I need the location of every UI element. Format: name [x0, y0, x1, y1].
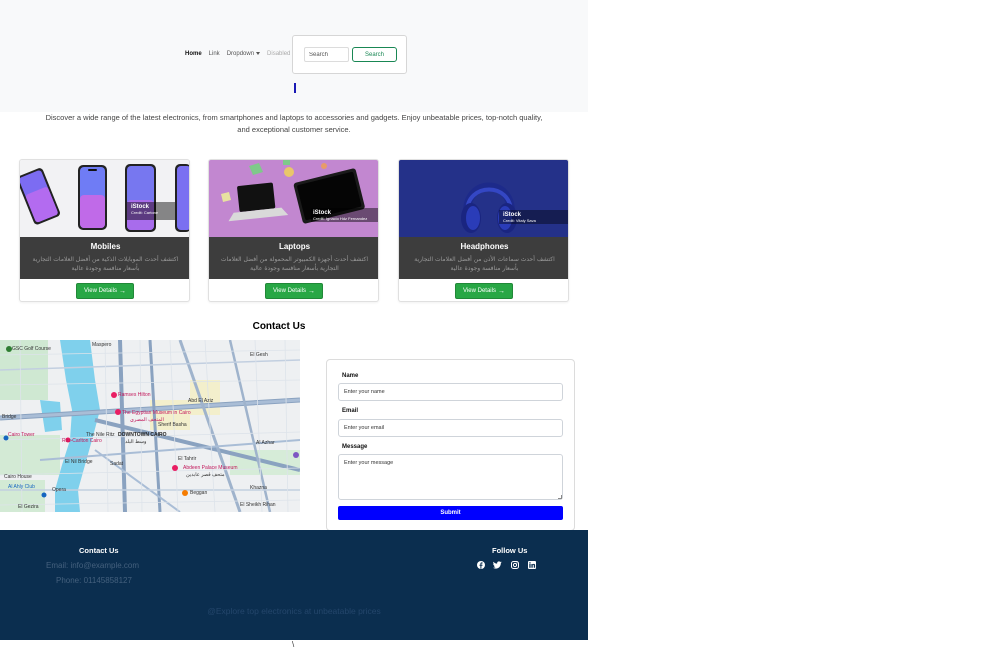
map-label: The Egyptian Museum in Cairo [122, 410, 191, 416]
intro-text: Discover a wide range of the latest elec… [45, 113, 543, 134]
card-title: Mobiles [90, 242, 121, 251]
twitter-icon[interactable] [493, 560, 502, 569]
card-description: اكتشف أحدث الموبايلات الذكية من أفضل الع… [32, 256, 179, 272]
card-title: Laptops [278, 242, 311, 251]
instagram-icon[interactable] [510, 560, 519, 569]
map-label: وسط البلد [125, 439, 147, 445]
map-label: The Nile Ritz [86, 432, 115, 438]
page: Home Link Dropdown Disabled Search Disco… [0, 0, 1000, 650]
map-label: Al Azhar [256, 440, 275, 446]
map-label: Abdeen Palace Museum [183, 465, 238, 471]
caret-down-icon [256, 51, 261, 55]
laptops-image: iStock Credit: Ignacio Hdz Fernandez [209, 160, 378, 237]
map-label: Ramses Hilton [118, 392, 151, 398]
map-label: Sadat [110, 461, 124, 467]
card-body: Laptops اكتشف أحدث أجهزة الكمبيوتر المحم… [209, 237, 378, 279]
footer-contact-heading: Contact Us [79, 546, 119, 555]
headphones-image: iStock Credit: Vitaly Sava [399, 160, 568, 237]
message-field[interactable] [338, 454, 563, 500]
map-label: Cairo House [4, 474, 32, 480]
search-form: Search [292, 35, 407, 74]
product-card-headphones: iStock Credit: Vitaly Sava Headphones اكت… [398, 159, 569, 302]
map-label: متحف قصر عابدين [186, 472, 225, 478]
footer-phone[interactable]: Phone: 01145858127 [56, 576, 132, 585]
facebook-icon[interactable] [476, 560, 485, 569]
submit-button[interactable]: Submit [338, 506, 563, 520]
map-label: Al Ahly Club [8, 484, 35, 490]
text-cursor [294, 83, 296, 93]
map-label: El Nil Bridge [65, 459, 93, 465]
nav-link[interactable]: Link [209, 51, 220, 57]
map[interactable]: GSC Golf Course Maspero Ramses Hilton Th… [0, 340, 300, 512]
card-description: اكتشف أحدث أجهزة الكمبيوتر المحمولة من أ… [220, 256, 369, 272]
map-label: Maspero [92, 342, 112, 348]
map-label: Ritz-Carlton Cairo [62, 438, 102, 444]
card-title: Headphones [460, 242, 509, 251]
view-details-label: View Details [84, 288, 117, 294]
mobiles-image: iStock Credit: Cartone [20, 160, 189, 237]
map-label: Beggan [190, 490, 208, 496]
watermark-credit: Credit: Ignacio Hdz Fernandez [313, 216, 368, 221]
nav-dropdown-label: Dropdown [226, 51, 255, 57]
nav-dropdown[interactable]: Dropdown [226, 51, 261, 57]
name-field[interactable] [338, 383, 563, 401]
map-label: El Gezira [18, 504, 39, 510]
resize-handle[interactable] [558, 495, 562, 499]
view-details-button[interactable]: View Details → [265, 283, 323, 299]
footer-tagline: @Explore top electronics at unbeatable p… [207, 606, 381, 616]
product-card-mobiles: iStock Credit: Cartone Mobiles اكتشف أحدث… [19, 159, 190, 302]
linkedin-icon[interactable] [527, 560, 536, 569]
map-label: El Gesh [250, 352, 268, 358]
product-card-laptops: iStock Credit: Ignacio Hdz Fernandez Lapt… [208, 159, 379, 302]
arrow-right-icon: → [307, 287, 315, 295]
nav-links: Home Link Dropdown Disabled [185, 51, 297, 57]
name-label: Name [342, 373, 359, 379]
search-input[interactable] [304, 47, 349, 62]
stray-text: \ [292, 640, 295, 649]
view-details-button[interactable]: View Details → [76, 283, 134, 299]
map-label: Cairo Tower [8, 432, 35, 438]
message-label: Message [342, 444, 368, 450]
footer: Contact Us Email: info@example.com Phone… [0, 530, 588, 640]
arrow-right-icon: → [497, 287, 505, 295]
watermark-credit: Credit: Vitaly Sava [503, 218, 536, 223]
watermark: iStock Credit: Cartone [131, 204, 158, 215]
navbar: Home Link Dropdown Disabled Search [0, 0, 588, 112]
map-label: DOWNTOWN CAIRO [118, 432, 167, 438]
arrow-right-icon: → [118, 287, 126, 295]
map-label: Abd El Aziz [188, 398, 214, 404]
card-body: Headphones اكتشف أحدث سماعات الأذن من أف… [399, 237, 568, 279]
map-label: Opera [52, 487, 66, 493]
footer-email[interactable]: Email: info@example.com [46, 561, 139, 570]
email-field[interactable] [338, 419, 563, 437]
contact-form: Name Email Message Submit [326, 359, 575, 531]
watermark: iStock Credit: Ignacio Hdz Fernandez [313, 210, 367, 221]
view-details-label: View Details [463, 288, 496, 294]
view-details-button[interactable]: View Details → [455, 283, 513, 299]
footer-follow-heading: Follow Us [492, 546, 528, 555]
map-label: GSC Golf Course [12, 346, 51, 352]
card-description: اكتشف أحدث سماعات الأذن من أفضل العلامات… [414, 256, 555, 272]
map-label: El Sheikh Rihan [240, 502, 276, 508]
contact-title: Contact Us [252, 321, 306, 332]
map-label: El Tahrir [178, 456, 197, 462]
social-links [476, 560, 544, 569]
nav-home[interactable]: Home [185, 51, 202, 57]
watermark: iStock Credit: Vitaly Sava [503, 212, 536, 223]
map-label: Sherif Basha [158, 422, 187, 428]
watermark-credit: Credit: Cartone [131, 210, 159, 215]
map-label: Khazna [250, 485, 267, 491]
view-details-label: View Details [273, 288, 306, 294]
map-label: Bridge [2, 414, 17, 420]
email-label: Email [342, 408, 359, 414]
card-body: Mobiles اكتشف أحدث الموبايلات الذكية من … [20, 237, 189, 279]
nav-disabled: Disabled [267, 51, 291, 57]
search-button[interactable]: Search [352, 47, 397, 62]
